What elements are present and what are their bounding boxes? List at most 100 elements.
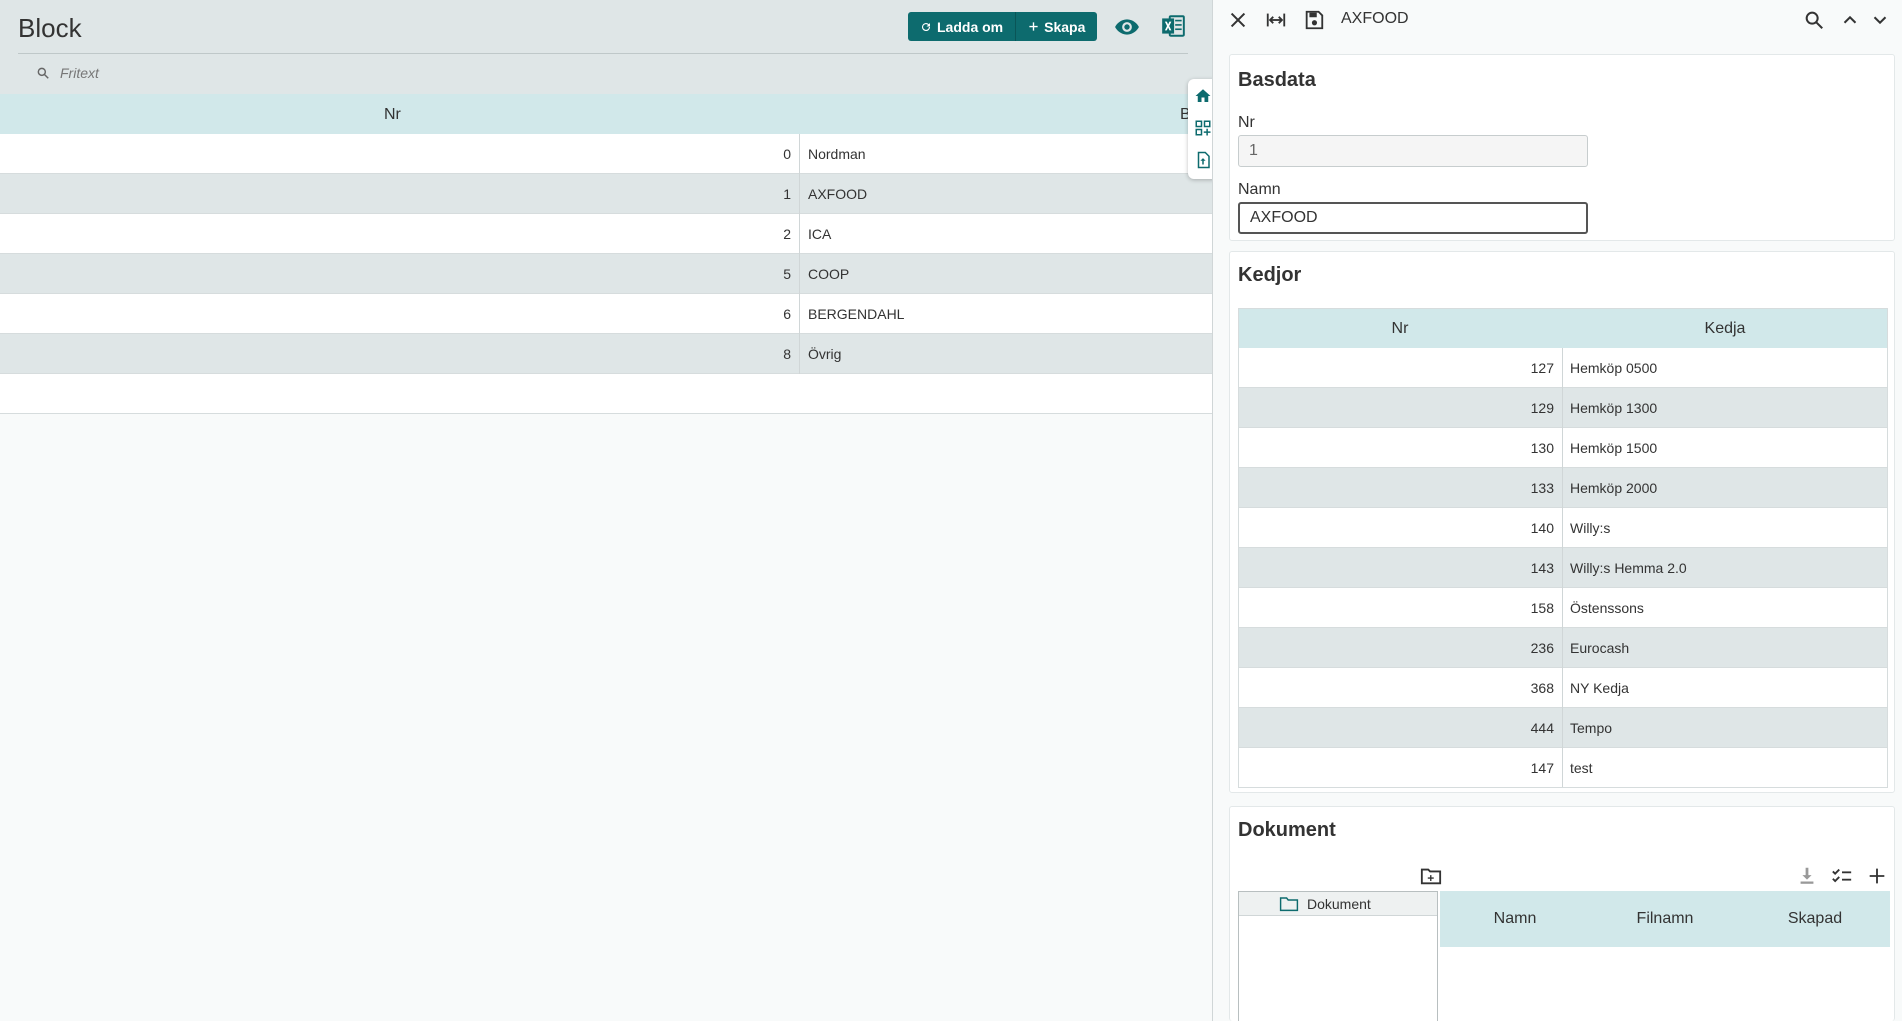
table-row[interactable]: 5 COOP bbox=[0, 254, 1212, 294]
row-nr: 236 bbox=[1530, 640, 1554, 656]
header-divider bbox=[18, 53, 1188, 54]
folder-tree: Dokument bbox=[1238, 891, 1438, 1021]
table-row[interactable]: 444 Tempo bbox=[1238, 708, 1888, 748]
cell-divider bbox=[1562, 508, 1563, 548]
table-row[interactable]: 129 Hemköp 1300 bbox=[1238, 388, 1888, 428]
row-nr: 0 bbox=[783, 146, 791, 162]
column-header-skapad[interactable]: Skapad bbox=[1740, 910, 1890, 928]
row-name: ICA bbox=[808, 226, 832, 242]
namn-field[interactable] bbox=[1238, 202, 1588, 234]
create-button[interactable]: Skapa bbox=[1015, 12, 1098, 41]
row-nr: 158 bbox=[1530, 600, 1554, 616]
table-body: 0 Nordman 1 AXFOOD 2 ICA 5 COOP 6 BERGEN… bbox=[0, 134, 1212, 414]
cell-divider bbox=[799, 294, 800, 334]
reload-button[interactable]: Ladda om bbox=[908, 12, 1016, 41]
table-row[interactable]: 8 Övrig bbox=[0, 334, 1212, 374]
table-row[interactable]: 6 BERGENDAHL bbox=[0, 294, 1212, 334]
create-button-label: Skapa bbox=[1044, 18, 1086, 35]
cell-divider bbox=[1562, 348, 1563, 388]
row-name: Östenssons bbox=[1570, 600, 1644, 616]
row-nr: 129 bbox=[1530, 400, 1554, 416]
detail-pane: AXFOOD Basdata Nr Namn Kedjor Nr Kedja 1… bbox=[1212, 0, 1902, 1021]
column-header-nr[interactable]: Nr bbox=[384, 106, 401, 124]
row-nr: 143 bbox=[1530, 560, 1554, 576]
cell-divider bbox=[1562, 668, 1563, 708]
cell-divider bbox=[799, 134, 800, 174]
folder-icon bbox=[1279, 897, 1299, 912]
table-row[interactable]: 147 test bbox=[1238, 748, 1888, 788]
column-header-kedja[interactable]: Kedja bbox=[1562, 320, 1888, 338]
close-icon[interactable] bbox=[1227, 9, 1249, 31]
namn-label: Namn bbox=[1238, 181, 1281, 198]
search-icon bbox=[37, 67, 49, 79]
plus-icon bbox=[1029, 22, 1038, 31]
row-nr: 1 bbox=[783, 186, 791, 202]
table-row[interactable]: 0 Nordman bbox=[0, 134, 1212, 174]
row-nr: 140 bbox=[1530, 520, 1554, 536]
row-name: Willy:s Hemma 2.0 bbox=[1570, 560, 1687, 576]
row-name: BERGENDAHL bbox=[808, 306, 905, 322]
block-table: Nr B 0 Nordman 1 AXFOOD 2 ICA 5 COOP 6 B… bbox=[0, 94, 1212, 414]
table-row[interactable]: 236 Eurocash bbox=[1238, 628, 1888, 668]
table-row[interactable]: 130 Hemköp 1500 bbox=[1238, 428, 1888, 468]
row-nr: 8 bbox=[783, 346, 791, 362]
row-name: Willy:s bbox=[1570, 520, 1611, 536]
cell-divider bbox=[799, 254, 800, 294]
row-name: Hemköp 1300 bbox=[1570, 400, 1658, 416]
kedjor-card: Kedjor Nr Kedja 127 Hemköp 0500 129 Hemköp… bbox=[1229, 251, 1895, 793]
detail-title: AXFOOD bbox=[1341, 10, 1409, 27]
column-header-namn[interactable]: Namn bbox=[1440, 910, 1590, 928]
row-name: Hemköp 0500 bbox=[1570, 360, 1658, 376]
search-input[interactable] bbox=[60, 62, 660, 84]
cell-divider bbox=[1562, 428, 1563, 468]
row-name: Övrig bbox=[808, 346, 842, 362]
expand-width-icon[interactable] bbox=[1265, 9, 1287, 31]
reload-button-label: Ladda om bbox=[937, 18, 1004, 35]
chevron-up-icon[interactable] bbox=[1839, 9, 1861, 31]
row-nr: 6 bbox=[783, 306, 791, 322]
column-header-filnamn[interactable]: Filnamn bbox=[1590, 910, 1740, 928]
search-icon[interactable] bbox=[1803, 9, 1825, 31]
table-row[interactable]: 2 ICA bbox=[0, 214, 1212, 254]
kedjor-title: Kedjor bbox=[1238, 264, 1302, 286]
table-row[interactable]: 127 Hemköp 0500 bbox=[1238, 348, 1888, 388]
cell-divider bbox=[799, 174, 800, 214]
table-row[interactable]: 158 Östenssons bbox=[1238, 588, 1888, 628]
row-nr: 130 bbox=[1530, 440, 1554, 456]
table-row[interactable]: 1 AXFOOD bbox=[0, 174, 1212, 214]
add-icon[interactable] bbox=[1866, 865, 1888, 887]
cell-divider bbox=[1562, 748, 1563, 788]
row-nr: 147 bbox=[1530, 760, 1554, 776]
row-nr: 444 bbox=[1530, 720, 1554, 736]
table-row[interactable]: 140 Willy:s bbox=[1238, 508, 1888, 548]
file-upload-icon[interactable] bbox=[1194, 151, 1212, 169]
tree-item-dokument[interactable]: Dokument bbox=[1239, 892, 1437, 916]
table-row[interactable]: 368 NY Kedja bbox=[1238, 668, 1888, 708]
save-icon[interactable] bbox=[1303, 9, 1325, 31]
eye-icon[interactable] bbox=[1114, 14, 1140, 40]
cell-divider bbox=[1562, 628, 1563, 668]
checklist-icon[interactable] bbox=[1830, 865, 1854, 887]
download-icon[interactable] bbox=[1796, 865, 1818, 887]
row-nr: 368 bbox=[1530, 680, 1554, 696]
dokument-card: Dokument Dokument Namn Filnamn Skapad bbox=[1229, 806, 1895, 1021]
table-row[interactable]: 143 Willy:s Hemma 2.0 bbox=[1238, 548, 1888, 588]
table-row[interactable]: 133 Hemköp 2000 bbox=[1238, 468, 1888, 508]
chevron-down-icon[interactable] bbox=[1869, 9, 1891, 31]
dokument-title: Dokument bbox=[1238, 819, 1336, 841]
cell-divider bbox=[799, 334, 800, 374]
empty-row bbox=[0, 374, 1212, 414]
row-name: Nordman bbox=[808, 146, 866, 162]
folder-add-icon[interactable] bbox=[1420, 865, 1442, 887]
grid-add-icon[interactable] bbox=[1194, 119, 1212, 137]
row-name: Hemköp 2000 bbox=[1570, 480, 1658, 496]
nr-field[interactable] bbox=[1238, 135, 1588, 167]
row-name: Tempo bbox=[1570, 720, 1613, 736]
row-nr: 2 bbox=[783, 226, 791, 242]
page-title: Block bbox=[18, 13, 82, 43]
column-header-nr[interactable]: Nr bbox=[1238, 320, 1562, 338]
row-nr: 5 bbox=[783, 266, 791, 282]
row-nr: 127 bbox=[1530, 360, 1554, 376]
home-icon[interactable] bbox=[1194, 87, 1212, 105]
excel-icon[interactable] bbox=[1160, 13, 1186, 39]
